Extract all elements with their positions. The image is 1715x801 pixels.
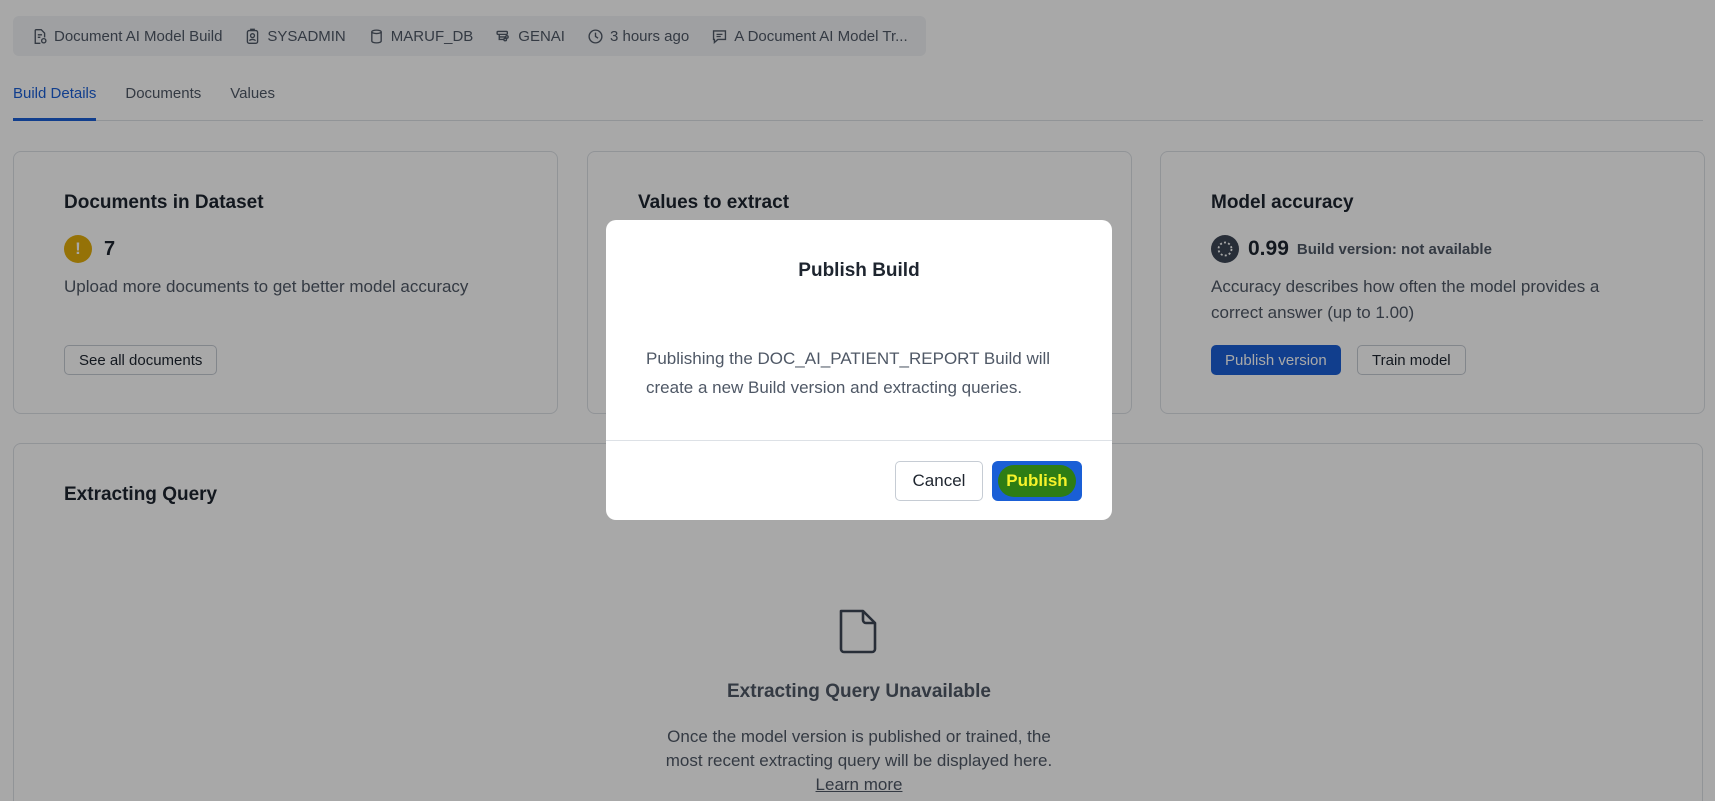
publish-button[interactable]: Publish: [992, 461, 1082, 501]
cancel-button[interactable]: Cancel: [895, 461, 983, 501]
page: Document AI Model Build SYSADMIN MARUF_D…: [0, 0, 1715, 801]
dialog-divider: [606, 440, 1112, 441]
dialog-body: Publishing the DOC_AI_PATIENT_REPORT Bui…: [646, 349, 1051, 397]
publish-build-dialog: Publish Build Publishing the DOC_AI_PATI…: [606, 220, 1112, 520]
publish-button-label: Publish: [998, 465, 1076, 497]
dialog-title: Publish Build: [798, 260, 920, 281]
